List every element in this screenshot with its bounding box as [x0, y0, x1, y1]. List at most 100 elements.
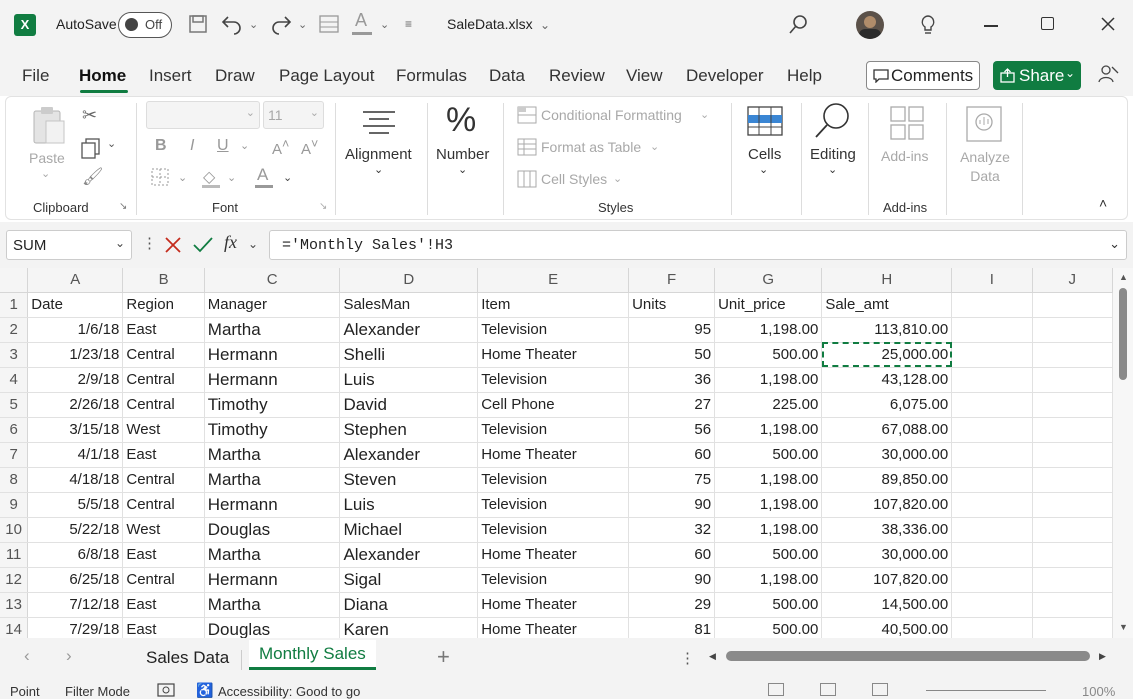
cell[interactable]: 7/29/18 — [27, 617, 124, 638]
column-header[interactable]: F — [628, 268, 716, 293]
cell[interactable]: Item — [477, 292, 630, 318]
cell[interactable] — [1032, 417, 1113, 443]
alignment-dropdown-icon[interactable]: ⌄ — [374, 163, 383, 176]
cell[interactable]: Hermann — [204, 567, 341, 593]
cell[interactable]: Douglas — [204, 617, 341, 638]
cell[interactable]: Luis — [339, 367, 479, 393]
collapse-ribbon-icon[interactable]: ˄ — [1099, 195, 1107, 211]
cell[interactable]: 500.00 — [714, 542, 823, 568]
cell[interactable]: 1,198.00 — [714, 517, 823, 543]
cell[interactable]: Television — [477, 467, 630, 493]
cell[interactable]: 225.00 — [714, 392, 823, 418]
cell[interactable]: Stephen — [339, 417, 479, 443]
cell[interactable]: Region — [122, 292, 205, 318]
cell[interactable]: 40,500.00 — [821, 617, 953, 638]
cell[interactable]: 90 — [628, 567, 716, 593]
cell[interactable] — [951, 542, 1033, 568]
cell[interactable] — [1032, 542, 1113, 568]
horizontal-scroll-thumb[interactable] — [726, 651, 1090, 661]
cell[interactable]: Martha — [204, 592, 341, 618]
column-header[interactable]: B — [122, 268, 205, 293]
scroll-thumb[interactable] — [1119, 288, 1127, 380]
cell[interactable]: Alexander — [339, 542, 479, 568]
borders-dropdown-icon[interactable]: ⌄ — [178, 171, 187, 184]
cell[interactable]: Martha — [204, 442, 341, 468]
font-color-dropdown-icon[interactable]: ⌄ — [380, 18, 389, 31]
cell[interactable]: Television — [477, 367, 630, 393]
tab-help[interactable]: Help — [787, 66, 822, 86]
column-header[interactable]: E — [477, 268, 630, 293]
zoom-slider[interactable] — [926, 690, 1046, 691]
paste-icon[interactable] — [30, 105, 66, 147]
cell[interactable]: Sale_amt — [821, 292, 953, 318]
cell[interactable]: Television — [477, 417, 630, 443]
cell[interactable]: 30,000.00 — [821, 442, 953, 468]
redo-dropdown-icon[interactable]: ⌄ — [298, 18, 307, 31]
expand-formula-icon[interactable]: ⌄ — [1109, 236, 1120, 252]
insert-function-icon[interactable]: fx — [224, 232, 237, 253]
tab-view[interactable]: View — [626, 66, 663, 86]
cell[interactable] — [1032, 567, 1113, 593]
format-as-table-button[interactable]: Format as Table — [541, 139, 641, 155]
tab-file[interactable]: File — [22, 66, 49, 86]
scroll-down-icon[interactable]: ▼ — [1119, 622, 1128, 632]
cell[interactable]: 27 — [628, 392, 716, 418]
normal-view-icon[interactable] — [768, 683, 784, 696]
percent-icon[interactable]: % — [446, 101, 476, 140]
tab-developer[interactable]: Developer — [686, 66, 764, 86]
cell[interactable] — [951, 492, 1033, 518]
editing-dropdown-icon[interactable]: ⌄ — [828, 163, 837, 176]
cell[interactable]: 6/8/18 — [27, 542, 124, 568]
column-header[interactable]: H — [821, 268, 953, 293]
tab-formulas[interactable]: Formulas — [396, 66, 467, 86]
underline-dropdown-icon[interactable]: ⌄ — [240, 139, 249, 152]
column-header[interactable]: J — [1032, 268, 1113, 293]
cell[interactable] — [1032, 442, 1113, 468]
cell[interactable] — [1032, 617, 1113, 638]
sheet-tab-monthly-sales[interactable]: Monthly Sales — [249, 640, 376, 670]
cell[interactable]: Michael — [339, 517, 479, 543]
cell-styles-dropdown-icon[interactable]: ⌄ — [613, 172, 622, 185]
cell[interactable]: West — [122, 417, 205, 443]
accessibility-icon[interactable]: ♿ — [196, 682, 213, 699]
macro-record-icon[interactable] — [157, 683, 175, 697]
cell[interactable]: 43,128.00 — [821, 367, 953, 393]
conditional-formatting-button[interactable]: Conditional Formatting — [541, 107, 682, 123]
tab-data[interactable]: Data — [489, 66, 525, 86]
font-size-combo[interactable]: 11 ⌄ — [263, 101, 324, 129]
scroll-left-icon[interactable]: ◀ — [709, 651, 716, 662]
scroll-up-icon[interactable]: ▲ — [1119, 272, 1128, 282]
accessibility-status[interactable]: Accessibility: Good to go — [218, 684, 360, 699]
font-color-icon[interactable]: A — [257, 165, 268, 185]
cell[interactable]: Home Theater — [477, 542, 630, 568]
row-header[interactable]: 9 — [0, 492, 29, 518]
cell[interactable]: 32 — [628, 517, 716, 543]
cell[interactable] — [1032, 367, 1113, 393]
row-header[interactable]: 1 — [0, 292, 29, 318]
cell[interactable]: Douglas — [204, 517, 341, 543]
cell[interactable]: 1,198.00 — [714, 367, 823, 393]
fx-dropdown-icon[interactable]: ⌄ — [248, 237, 258, 251]
cell[interactable]: 5/22/18 — [27, 517, 124, 543]
cell[interactable]: 5/5/18 — [27, 492, 124, 518]
avatar[interactable] — [856, 11, 884, 39]
cell[interactable] — [951, 617, 1033, 638]
cell[interactable]: Home Theater — [477, 342, 630, 368]
cell[interactable]: 36 — [628, 367, 716, 393]
analyze-data-icon[interactable] — [965, 105, 1003, 143]
cell[interactable]: Alexander — [339, 317, 479, 343]
column-header[interactable]: D — [339, 268, 479, 293]
cell[interactable] — [1032, 517, 1113, 543]
row-header[interactable]: 11 — [0, 542, 29, 568]
cell[interactable]: Television — [477, 492, 630, 518]
add-ins-button[interactable]: Add-ins — [881, 148, 928, 164]
alignment-icon[interactable] — [361, 109, 397, 137]
column-header[interactable]: C — [204, 268, 341, 293]
cell[interactable]: 2/26/18 — [27, 392, 124, 418]
cell[interactable]: Date — [27, 292, 124, 318]
cell[interactable]: Television — [477, 567, 630, 593]
column-header[interactable]: A — [27, 268, 124, 293]
cells-button[interactable]: Cells — [748, 146, 781, 163]
cell[interactable]: East — [122, 542, 205, 568]
cell[interactable]: 89,850.00 — [821, 467, 953, 493]
